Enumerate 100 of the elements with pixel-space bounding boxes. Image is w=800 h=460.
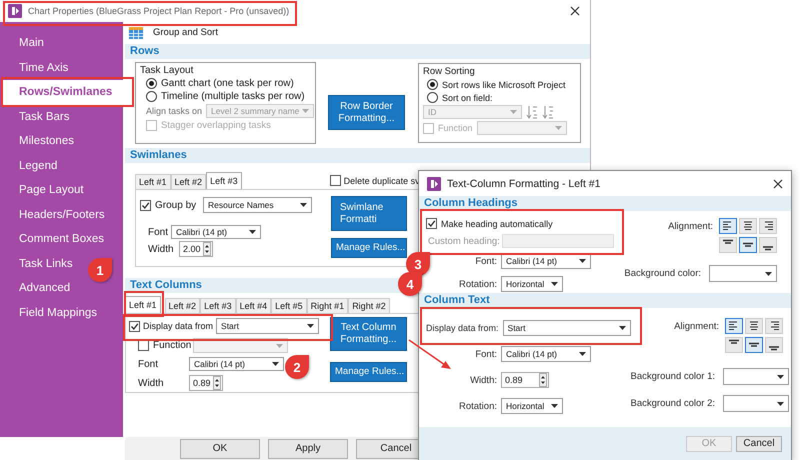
field-label: Background color: xyxy=(624,268,701,279)
section-header: Rows xyxy=(125,44,590,59)
align-center-icon[interactable] xyxy=(739,218,757,234)
radio-label: Timeline (multiple tasks per row) xyxy=(161,91,305,102)
manage-rules-button[interactable]: Manage Rules... xyxy=(330,362,407,382)
spinner-icon xyxy=(213,376,221,390)
align-top-icon[interactable] xyxy=(719,237,737,253)
align-middle-icon[interactable] xyxy=(745,337,764,353)
caret-icon xyxy=(777,374,784,378)
sidebar-item[interactable]: Field Mappings xyxy=(2,300,101,325)
radio-button[interactable] xyxy=(427,92,438,103)
swimlane-formatting-button[interactable]: Swimlane Formatti xyxy=(331,196,407,231)
manage-rules-button[interactable]: Manage Rules... xyxy=(331,238,407,258)
pointer-arrow xyxy=(408,339,451,369)
sidebar-item[interactable]: Advanced xyxy=(2,276,74,300)
dropdown[interactable]: Start xyxy=(502,320,631,336)
caret-icon xyxy=(510,110,517,114)
align-top-icon[interactable] xyxy=(725,337,744,353)
checkbox[interactable] xyxy=(138,340,149,351)
checkbox[interactable] xyxy=(426,218,437,229)
sidebar-item[interactable]: Headers/Footers xyxy=(2,202,109,227)
field-label: Align tasks on xyxy=(146,106,202,116)
field-label: Display data from: xyxy=(426,323,499,333)
text-column-formatting-button[interactable]: Text Column Formatting... xyxy=(330,317,407,351)
dropdown[interactable] xyxy=(723,395,790,412)
sidebar-item[interactable]: Main xyxy=(2,31,48,56)
tab[interactable]: Left #3 xyxy=(200,298,236,313)
dropdown[interactable]: Horizontal xyxy=(501,398,563,414)
dropdown[interactable]: Calibri (14 pt) xyxy=(189,357,284,371)
align-right-icon[interactable] xyxy=(765,318,784,334)
field-label: Alignment: xyxy=(674,321,720,332)
tab[interactable]: Left #3 xyxy=(206,172,242,189)
section-header: Column Headings xyxy=(419,196,791,211)
sidebar-item[interactable]: Comment Boxes xyxy=(2,227,108,252)
field-label: Width: xyxy=(469,374,497,386)
dropdown[interactable] xyxy=(709,265,777,282)
tab[interactable]: Right #1 xyxy=(306,298,348,313)
align-center-icon[interactable] xyxy=(745,318,764,334)
field-label: Alignment: xyxy=(668,221,713,232)
sort-ascending-icon xyxy=(526,105,538,119)
number-field[interactable]: 0.89 xyxy=(189,375,223,391)
align-left-icon[interactable] xyxy=(719,218,737,234)
tab[interactable]: Left #2 xyxy=(170,174,206,189)
sidebar-item[interactable]: Task Bars xyxy=(2,104,74,129)
caret-icon xyxy=(276,344,283,348)
dropdown[interactable] xyxy=(723,368,790,385)
tab[interactable]: Right #2 xyxy=(348,298,390,313)
dropdown[interactable]: Resource Names xyxy=(203,197,312,213)
radio-button[interactable] xyxy=(146,91,157,102)
caret-icon xyxy=(307,324,314,328)
dialog-button[interactable]: Apply xyxy=(268,438,348,458)
window-title: Chart Properties (BlueGrass Project Plan Report - Pro (unsaved)) xyxy=(28,6,290,16)
close-icon xyxy=(570,6,580,16)
checkbox-label: Function xyxy=(153,340,189,351)
page-heading: Group and Sort xyxy=(153,27,218,38)
field-label: Font: xyxy=(474,348,497,360)
sidebar-item[interactable]: Rows/Swimlanes xyxy=(2,80,123,104)
group-title: Row Sorting xyxy=(423,66,476,77)
dropdown[interactable]: Horizontal xyxy=(501,276,563,292)
checkbox-label: Function xyxy=(438,123,473,133)
checkbox[interactable] xyxy=(140,200,151,210)
caret-icon xyxy=(579,259,586,263)
caret-icon xyxy=(300,203,307,207)
dropdown[interactable]: Start xyxy=(216,318,320,334)
tab[interactable]: Left #1 xyxy=(135,174,171,189)
dialog-button[interactable]: OK xyxy=(180,438,260,458)
align-bottom-icon[interactable] xyxy=(765,337,784,353)
sort-descending-icon xyxy=(542,105,554,119)
radio-label: Sort on field: xyxy=(442,92,493,102)
caret-icon xyxy=(618,326,626,330)
dropdown[interactable]: Calibri (14 pt) xyxy=(171,225,261,239)
sidebar-item[interactable]: Task Links xyxy=(2,252,77,276)
tab[interactable]: Left #5 xyxy=(271,298,307,313)
field-label: Rotation: xyxy=(458,400,497,412)
row-border-formatting-button[interactable]: Row Border Formatting... xyxy=(328,95,405,130)
app-icon xyxy=(427,176,441,190)
tab[interactable]: Left #4 xyxy=(236,298,272,313)
sidebar-item[interactable]: Page Layout xyxy=(2,178,88,202)
dialog-button[interactable]: Cancel xyxy=(736,436,782,452)
align-left-icon[interactable] xyxy=(725,318,744,334)
field-label: Font xyxy=(138,358,160,370)
close-icon xyxy=(773,178,783,188)
checkbox-label: Stagger overlapping tasks xyxy=(161,120,271,131)
tab[interactable]: Left #2 xyxy=(164,298,200,313)
sidebar-item[interactable]: Legend xyxy=(2,154,62,178)
align-middle-icon[interactable] xyxy=(739,237,757,253)
sidebar-item[interactable]: Milestones xyxy=(2,129,78,154)
radio-button[interactable] xyxy=(146,78,157,89)
sidebar-item[interactable]: Time Axis xyxy=(2,56,72,80)
align-right-icon[interactable] xyxy=(759,218,777,234)
align-bottom-icon[interactable] xyxy=(759,237,777,253)
dropdown[interactable]: Calibri (14 pt) xyxy=(501,346,591,362)
field-label: Width xyxy=(138,378,165,388)
checkbox[interactable] xyxy=(330,175,341,186)
number-field[interactable]: 2.00 xyxy=(179,241,213,257)
number-field[interactable]: 0.89 xyxy=(501,372,549,388)
tab[interactable]: Left #1 xyxy=(125,296,161,313)
input-field[interactable] xyxy=(502,234,614,248)
radio-button[interactable] xyxy=(427,79,438,90)
checkbox[interactable] xyxy=(129,320,140,332)
